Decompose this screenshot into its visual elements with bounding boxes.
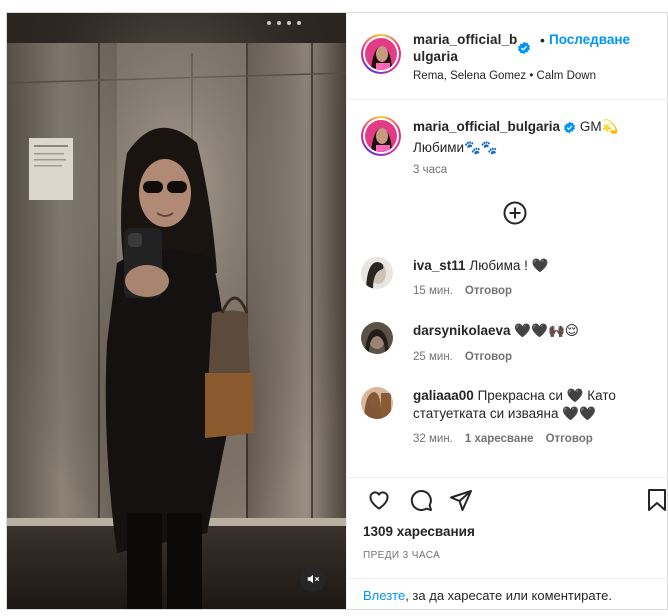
comment-username[interactable]: darsynikolaeva — [413, 323, 511, 338]
elevator-selfie-image — [7, 13, 346, 609]
comment-text-block: galiaaa00 Прекрасна си 🖤 Като статуеткат… — [413, 387, 657, 423]
comment-text: 🖤🖤🙌🏿😌 — [514, 323, 579, 338]
author-avatar[interactable] — [361, 34, 401, 74]
mute-button[interactable] — [300, 566, 326, 592]
caption-username[interactable]: maria_official_bulgaria — [413, 119, 560, 134]
comment-meta: 25 мин. Отговор — [413, 351, 524, 363]
verified-badge-icon — [517, 41, 531, 60]
speech-bubble-icon — [410, 490, 432, 511]
comment-avatar-image — [361, 257, 393, 289]
comment-avatar[interactable] — [361, 387, 393, 419]
comment-text-block: iva_st11 Любима ! 🖤 — [413, 257, 657, 275]
post-card: maria_official_b ulgaria • Последване Re… — [6, 12, 668, 610]
author-username[interactable]: maria_official_b ulgaria — [413, 31, 521, 65]
reply-button[interactable]: Отговор — [465, 285, 512, 297]
likes-count[interactable]: 1309 харесвания — [363, 524, 475, 539]
plus-circle-icon — [503, 201, 527, 225]
audio-track[interactable]: Rema, Selena Gomez • Calm Down — [413, 70, 596, 82]
login-link[interactable]: Влезте — [363, 588, 405, 603]
heart-icon — [369, 491, 389, 510]
post-media-video[interactable] — [7, 13, 346, 609]
paper-plane-icon — [450, 490, 472, 511]
author-username-line2: ulgaria — [413, 49, 458, 64]
post-timestamp: ПРЕДИ 3 ЧАСА — [363, 550, 441, 561]
comment-likes-button[interactable]: 1 харесване — [465, 433, 534, 445]
bookmark-icon — [648, 489, 666, 511]
login-prompt: Влезте, за да харесате или коментирате. — [347, 578, 668, 609]
comment-avatar-image — [361, 322, 393, 354]
comment-button[interactable] — [409, 488, 435, 514]
caption-time: 3 часа — [413, 164, 448, 176]
save-button[interactable] — [647, 488, 668, 514]
caption-text-block: maria_official_bulgaria GM💫 Любими🐾🐾 — [413, 118, 653, 157]
comment-text: Любима ! 🖤 — [469, 258, 549, 273]
post-header: maria_official_b ulgaria • Последване Re… — [347, 13, 668, 100]
post-actions — [347, 477, 668, 513]
comment-meta: 32 мин. 1 харесване Отговор — [413, 433, 605, 445]
caption-avatar[interactable] — [361, 116, 401, 156]
comment-text-block: darsynikolaeva 🖤🖤🙌🏿😌 — [413, 322, 657, 340]
verified-badge-icon — [563, 121, 576, 139]
follow-separator: • — [540, 32, 545, 48]
reply-button[interactable]: Отговор — [465, 351, 512, 363]
load-more-comments-button[interactable] — [502, 200, 528, 226]
caption-avatar-image — [365, 120, 397, 152]
comment-avatar-image — [361, 387, 393, 419]
post-sidebar: maria_official_b ulgaria • Последване Re… — [346, 13, 668, 609]
follow-button[interactable]: Последване — [549, 32, 630, 47]
login-prompt-text: , за да харесате или коментирате. — [405, 588, 612, 603]
speaker-muted-icon — [307, 574, 320, 584]
comment-time: 25 мин. — [413, 351, 453, 363]
comment-meta: 15 мин. Отговор — [413, 285, 524, 297]
share-button[interactable] — [449, 488, 475, 514]
comment-username[interactable]: galiaaa00 — [413, 388, 474, 403]
author-avatar-image — [365, 38, 397, 70]
like-button[interactable] — [367, 488, 393, 514]
comment-avatar[interactable] — [361, 322, 393, 354]
author-username-line1: maria_official_b — [413, 32, 518, 47]
reply-button[interactable]: Отговор — [546, 433, 593, 445]
comment-time: 15 мин. — [413, 285, 453, 297]
comment-avatar[interactable] — [361, 257, 393, 289]
comment-username[interactable]: iva_st11 — [413, 258, 466, 273]
comment-time: 32 мин. — [413, 433, 453, 445]
